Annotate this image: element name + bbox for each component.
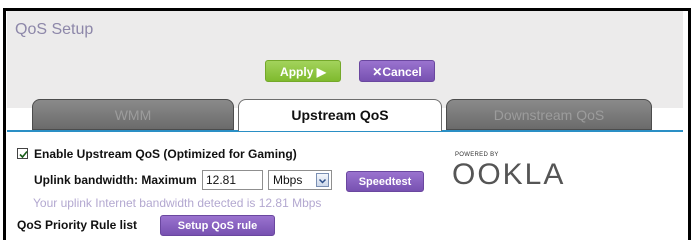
speedtest-button[interactable]: Speedtest — [346, 171, 424, 192]
chevron-down-icon[interactable] — [316, 173, 329, 187]
page-title: QoS Setup — [15, 21, 94, 38]
check-icon — [19, 150, 28, 159]
unit-select-value: Mbps — [273, 173, 303, 187]
bandwidth-label: Uplink bandwidth: Maximum — [34, 173, 197, 187]
cancel-button[interactable]: ✕Cancel — [359, 60, 435, 82]
apply-button[interactable]: Apply ▶ — [265, 60, 341, 82]
rule-list-label: QoS Priority Rule list — [17, 218, 138, 232]
enable-upstream-checkbox[interactable] — [17, 148, 28, 159]
tab-upstream-qos[interactable]: Upstream QoS — [238, 99, 442, 131]
bandwidth-input[interactable]: 12.81 — [202, 170, 263, 190]
tab-wmm[interactable]: WMM — [32, 99, 234, 130]
setup-qos-rule-button[interactable]: Setup QoS rule — [160, 215, 275, 236]
unit-select[interactable]: Mbps — [268, 170, 332, 190]
tab-downstream-qos[interactable]: Downstream QoS — [446, 99, 652, 130]
enable-upstream-label: Enable Upstream QoS (Optimized for Gamin… — [34, 147, 297, 161]
bandwidth-detected-text: Your uplink Internet bandwidth detected … — [33, 196, 322, 210]
ookla-logo: OOKLA — [452, 158, 566, 191]
header-panel — [7, 11, 683, 108]
